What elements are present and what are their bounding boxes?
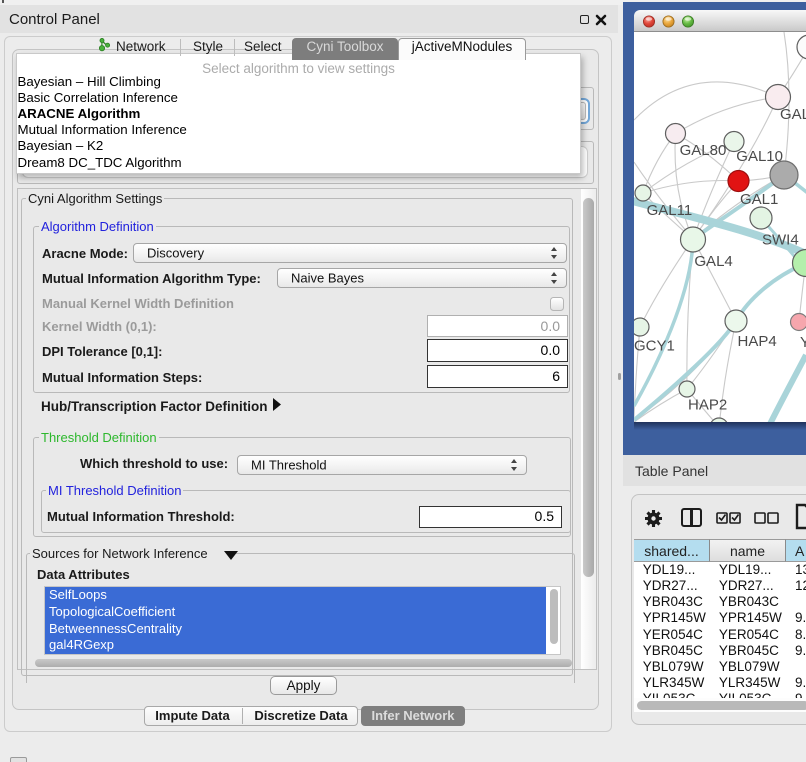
svg-text:GCY1: GCY1 [634,338,675,355]
svg-text:GAL10: GAL10 [736,148,783,165]
svg-text:GAL1: GAL1 [740,191,778,208]
svg-text:Y: Y [800,334,806,351]
svg-text:HAP4: HAP4 [738,333,777,350]
svg-text:GAL7: GAL7 [780,106,806,123]
svg-text:GAL80: GAL80 [680,142,727,159]
svg-text:GAL4: GAL4 [694,253,732,270]
svg-text:GAL11: GAL11 [647,202,693,219]
svg-text:HAP2: HAP2 [688,396,727,413]
svg-text:SWI4: SWI4 [762,231,799,248]
